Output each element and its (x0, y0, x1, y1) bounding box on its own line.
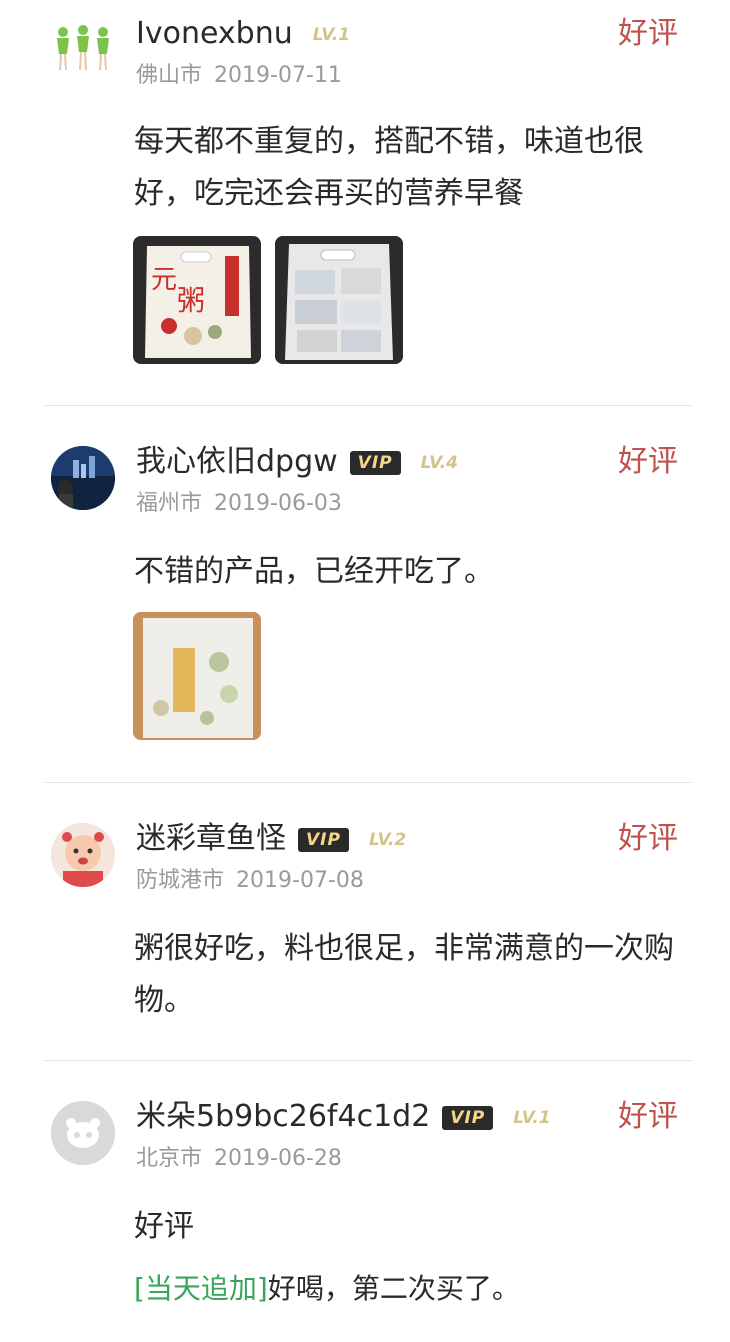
city: 佛山市 (136, 63, 203, 88)
level-badge: LV.2 (368, 829, 407, 850)
review-meta: 福州市 2019-06-03 (136, 490, 342, 518)
level-badge: LV.1 (513, 1107, 551, 1128)
username-text: 迷彩章鱼怪 (136, 821, 286, 856)
review-text: 不错的产品，已经开吃了。 (134, 554, 494, 589)
dancers-avatar-icon (57, 25, 109, 71)
product-packet-photo-icon (133, 612, 261, 740)
product-packets-photo-icon (275, 236, 403, 364)
avatar[interactable] (51, 446, 115, 510)
baby-avatar-icon (51, 823, 115, 887)
username[interactable]: 迷彩章鱼怪 VIP LV.2 (136, 821, 406, 858)
review-photo[interactable]: 元 粥 (133, 236, 261, 364)
avatar[interactable] (51, 1101, 115, 1165)
append-text: 好喝，第二次买了。 (267, 1272, 520, 1305)
append-tag: [当天追加] (134, 1272, 268, 1305)
review-meta: 佛山市 2019-07-11 (136, 62, 342, 90)
review-date: 2019-07-11 (214, 63, 342, 88)
level-badge: LV.4 (420, 452, 458, 473)
username[interactable]: 我心依旧dpgw VIP LV.4 (136, 444, 458, 481)
level-badge: LV.1 (312, 24, 351, 45)
city: 防城港市 (136, 868, 225, 893)
product-bag-photo-icon: 元 粥 (133, 236, 261, 364)
rating-label: 好评 (618, 1099, 678, 1134)
review-text: 粥很好吃，料也很足，非常满意的一次购物。 (134, 931, 674, 1018)
review-photo[interactable] (133, 612, 261, 740)
username[interactable]: 米朵5b9bc26f4c1d2 VIP LV.1 (136, 1099, 551, 1136)
avatar[interactable] (51, 18, 115, 82)
review-date: 2019-07-08 (236, 868, 364, 893)
city: 北京市 (136, 1146, 203, 1171)
svg-text:粥: 粥 (177, 284, 205, 317)
rating-label: 好评 (618, 16, 678, 51)
review-meta: 北京市 2019-06-28 (136, 1145, 342, 1173)
rating-label: 好评 (618, 821, 678, 856)
rating-label: 好评 (618, 444, 678, 479)
review-text: 每天都不重复的，搭配不错，味道也很好，吃完还会再买的营养早餐 (134, 124, 644, 211)
username[interactable]: Ivonexbnu LV.1 (136, 16, 350, 53)
review-text: 好评 (134, 1209, 194, 1244)
review-item: 我心依旧dpgw VIP LV.4 福州市 2019-06-03 好评 不错的产品，已… (0, 406, 730, 782)
review-photo[interactable] (275, 236, 403, 364)
review-date: 2019-06-03 (214, 491, 342, 516)
review-meta: 防城港市 2019-07-08 (136, 867, 364, 895)
avatar[interactable] (51, 823, 115, 887)
username-text: 米朵5b9bc26f4c1d2 (136, 1099, 431, 1134)
city: 福州市 (136, 491, 203, 516)
appended-review: [当天追加]好喝，第二次买了。 (134, 1269, 520, 1309)
vip-badge: VIP (298, 827, 349, 852)
city-night-avatar-icon (51, 446, 115, 510)
vip-badge: VIP (442, 1105, 494, 1130)
review-date: 2019-06-28 (214, 1146, 342, 1171)
default-avatar-icon (51, 1101, 115, 1165)
username-text: Ivonexbnu (136, 16, 293, 51)
review-item: Ivonexbnu LV.1 佛山市 2019-07-11 好评 每天都不重复的，搭… (0, 0, 730, 405)
review-item: 迷彩章鱼怪 VIP LV.2 防城港市 2019-07-08 好评 粥很好吃，料也很足… (0, 783, 730, 1060)
review-item: 米朵5b9bc26f4c1d2 VIP LV.1 北京市 2019-06-28 好评 … (0, 1061, 730, 1342)
svg-text:元: 元 (151, 265, 177, 295)
username-text: 我心依旧dpgw (136, 444, 338, 479)
vip-badge: VIP (349, 450, 401, 475)
